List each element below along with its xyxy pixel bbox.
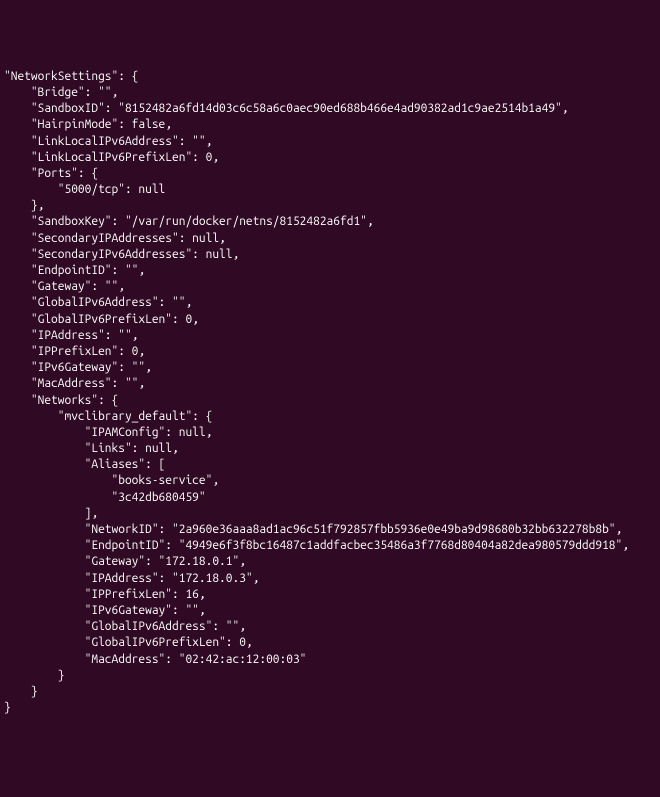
json-line: "GlobalIPv6Address": "", <box>4 296 192 309</box>
json-line: "MacAddress": "02:42:ac:12:00:03" <box>4 653 306 666</box>
json-line: "Links": null, <box>4 442 179 455</box>
json-line: "3c42db680459" <box>4 491 206 504</box>
json-line: "LinkLocalIPv6Address": "", <box>4 135 212 148</box>
json-line: "IPv6Gateway": "", <box>4 604 206 617</box>
json-line: }, <box>4 199 44 212</box>
json-line: "SandboxID": "8152482a6fd14d03c6c58a6c0a… <box>4 102 568 115</box>
json-line: "Gateway": "172.18.0.1", <box>4 555 246 568</box>
json-line: "Gateway": "", <box>4 280 125 293</box>
json-line: } <box>4 669 64 682</box>
json-line: "IPAddress": "172.18.0.3", <box>4 572 259 585</box>
json-line: "Ports": { <box>4 167 98 180</box>
json-line: "Bridge": "", <box>4 86 118 99</box>
json-line: "GlobalIPv6Address": "", <box>4 620 246 633</box>
json-line: "IPv6Gateway": "", <box>4 361 152 374</box>
json-line: "IPPrefixLen": 0, <box>4 345 145 358</box>
json-line: "MacAddress": "", <box>4 377 145 390</box>
json-line: "GlobalIPv6PrefixLen": 0, <box>4 313 199 326</box>
terminal-output: "NetworkSettings": { "Bridge": "", "Sand… <box>4 69 656 717</box>
json-line: } <box>4 701 11 714</box>
json-line: "Aliases": [ <box>4 458 165 471</box>
json-line: "SandboxKey": "/var/run/docker/netns/815… <box>4 215 374 228</box>
json-line: ], <box>4 507 98 520</box>
json-line: "NetworkSettings": { <box>4 70 138 83</box>
json-line: "LinkLocalIPv6PrefixLen": 0, <box>4 151 219 164</box>
json-line: "NetworkID": "2a960e36aaa8ad1ac96c51f792… <box>4 523 622 536</box>
json-line: "5000/tcp": null <box>4 183 165 196</box>
json-line: "mvclibrary_default": { <box>4 410 212 423</box>
json-line: "GlobalIPv6PrefixLen": 0, <box>4 636 253 649</box>
json-line: } <box>4 685 38 698</box>
json-line: "IPAMConfig": null, <box>4 426 212 439</box>
json-line: "books-service", <box>4 474 219 487</box>
json-line: "SecondaryIPv6Addresses": null, <box>4 248 239 261</box>
json-line: "IPPrefixLen": 16, <box>4 588 206 601</box>
json-line: "IPAddress": "", <box>4 329 138 342</box>
json-line: "SecondaryIPAddresses": null, <box>4 232 226 245</box>
json-line: "HairpinMode": false, <box>4 118 172 131</box>
json-line: "EndpointID": "4949e6f3f8bc16487c1addfac… <box>4 539 629 552</box>
json-line: "Networks": { <box>4 394 118 407</box>
json-line: "EndpointID": "", <box>4 264 145 277</box>
